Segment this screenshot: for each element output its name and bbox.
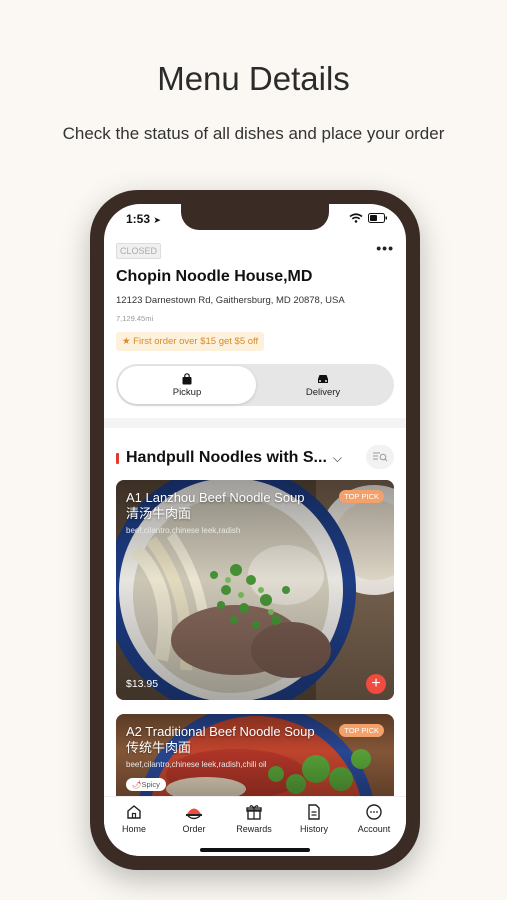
tab-history-label: History <box>299 824 328 834</box>
account-icon <box>366 804 382 820</box>
spicy-tag: 🌶Spicy <box>126 778 166 791</box>
phone-notch <box>181 204 329 230</box>
phone-screen: 1:53 ➤ CLOSED ••• Chopin Noodle House,MD… <box>104 204 406 856</box>
history-icon <box>308 804 320 820</box>
order-icon <box>186 808 202 820</box>
star-icon: ★ <box>122 336 131 347</box>
phone-frame: 1:53 ➤ CLOSED ••• Chopin Noodle House,MD… <box>90 190 420 870</box>
top-pick-badge: TOP PICK <box>339 490 384 503</box>
battery-icon <box>368 213 387 223</box>
tab-history[interactable]: History <box>284 803 344 834</box>
page-subheadline: Check the status of all dishes and place… <box>62 124 445 143</box>
car-icon <box>318 374 328 383</box>
menu-item-ingredients: beef,cilantro,chinese leek,radish,chili … <box>126 760 267 769</box>
category-accent-bar <box>116 452 119 464</box>
pickup-option[interactable]: Pickup <box>118 366 256 404</box>
wifi-icon <box>349 213 363 223</box>
delivery-option[interactable]: Delivery <box>254 366 392 404</box>
bottom-tab-bar: Home Order Rewards History Account <box>104 796 406 856</box>
top-pick-badge: TOP PICK <box>339 724 384 737</box>
tab-rewards-label: Rewards <box>236 824 272 834</box>
chevron-down-icon[interactable]: ⌵ <box>333 451 342 466</box>
section-divider <box>104 418 406 428</box>
location-arrow-icon: ➤ <box>153 215 161 225</box>
status-time: 1:53 ➤ <box>126 212 161 226</box>
menu-search-button[interactable] <box>366 445 394 469</box>
menu-item-card[interactable]: A2 Traditional Beef Noodle Soup 传统牛肉面 be… <box>116 714 394 796</box>
tab-account-label: Account <box>357 824 391 834</box>
menu-item-title: A1 Lanzhou Beef Noodle Soup 清汤牛肉面 <box>126 490 305 521</box>
status-icons <box>349 213 388 223</box>
promo-banner[interactable]: ★ First order over $15 get $5 off <box>116 332 265 351</box>
pickup-label: Pickup <box>172 386 202 398</box>
page-headline: Menu Details <box>157 60 350 97</box>
tab-order-label: Order <box>182 824 206 834</box>
menu-item-card[interactable]: A1 Lanzhou Beef Noodle Soup 清汤牛肉面 beef,c… <box>116 480 394 700</box>
list-search-icon <box>373 452 388 462</box>
home-indicator <box>200 848 310 852</box>
add-to-cart-button[interactable]: + <box>366 674 386 694</box>
category-title: Handpull Noodles with S... <box>126 449 327 466</box>
tab-home-label: Home <box>121 824 146 834</box>
chili-icon: 🌶 <box>132 780 142 789</box>
more-options-button[interactable]: ••• <box>376 240 394 256</box>
menu-item-ingredients: beef,cilantro,chinese leek,radish <box>126 526 241 535</box>
status-badge: CLOSED <box>116 243 162 259</box>
rewards-icon <box>246 805 262 820</box>
delivery-label: Delivery <box>305 386 341 398</box>
home-icon <box>127 805 141 819</box>
tab-home[interactable]: Home <box>104 803 164 834</box>
category-header[interactable]: Handpull Noodles with S... ⌵ <box>116 445 394 469</box>
menu-item-title: A2 Traditional Beef Noodle Soup 传统牛肉面 <box>126 724 315 755</box>
restaurant-distance: 7,129.45mi <box>116 314 154 323</box>
restaurant-name: Chopin Noodle House,MD <box>116 268 313 285</box>
restaurant-address[interactable]: 12123 Darnestown Rd, Gaithersburg, MD 20… <box>116 295 345 306</box>
menu-item-price: $13.95 <box>126 678 159 690</box>
tab-account[interactable]: Account <box>344 803 404 834</box>
order-mode-toggle: Pickup Delivery <box>116 364 394 406</box>
tab-rewards[interactable]: Rewards <box>224 803 284 834</box>
tab-order[interactable]: Order <box>164 803 224 834</box>
bag-icon <box>182 372 192 384</box>
